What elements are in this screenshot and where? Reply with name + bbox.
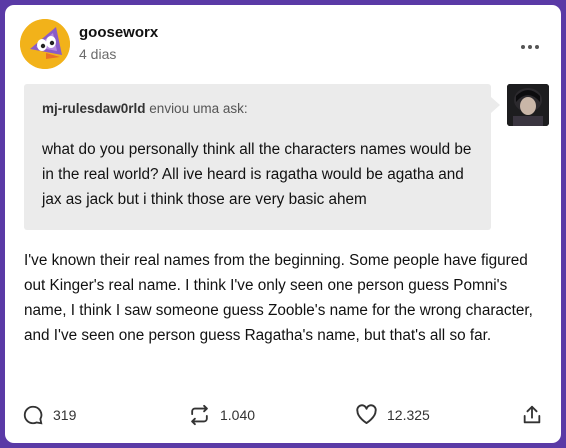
post-card: gooseworx 4 dias mj-rulesdaw0rld enviou … [5, 5, 561, 443]
asker-line: mj-rulesdaw0rld enviou uma ask: [42, 101, 248, 116]
ask-bubble-tail [491, 97, 500, 113]
more-horizontal-icon[interactable] [521, 41, 545, 53]
comment-icon [23, 405, 43, 425]
comments-button[interactable]: 319 [22, 404, 76, 426]
ask-action-text: enviou uma ask: [149, 101, 248, 116]
like-button[interactable]: 12.325 [355, 404, 430, 425]
reblog-button[interactable]: 1.040 [188, 404, 255, 426]
ask-box: mj-rulesdaw0rld enviou uma ask: what do … [24, 84, 491, 230]
heart-icon [356, 404, 377, 425]
likes-count: 12.325 [387, 406, 430, 423]
asker-avatar[interactable] [507, 84, 549, 126]
asker-username[interactable]: mj-rulesdaw0rld [42, 101, 146, 116]
ask-question: what do you personally think all the cha… [42, 141, 472, 208]
post-footer: 319 1.040 12.325 [5, 404, 561, 430]
comments-count: 319 [53, 407, 77, 423]
reblogs-count: 1.040 [220, 407, 256, 423]
share-button[interactable] [521, 404, 543, 426]
reblog-icon [191, 404, 208, 426]
post-timestamp[interactable]: 4 dias [79, 46, 116, 62]
share-icon [523, 405, 541, 424]
author-username[interactable]: gooseworx [79, 24, 158, 41]
author-avatar[interactable] [20, 19, 70, 69]
answer-text: I've known their real names from the beg… [24, 252, 533, 344]
